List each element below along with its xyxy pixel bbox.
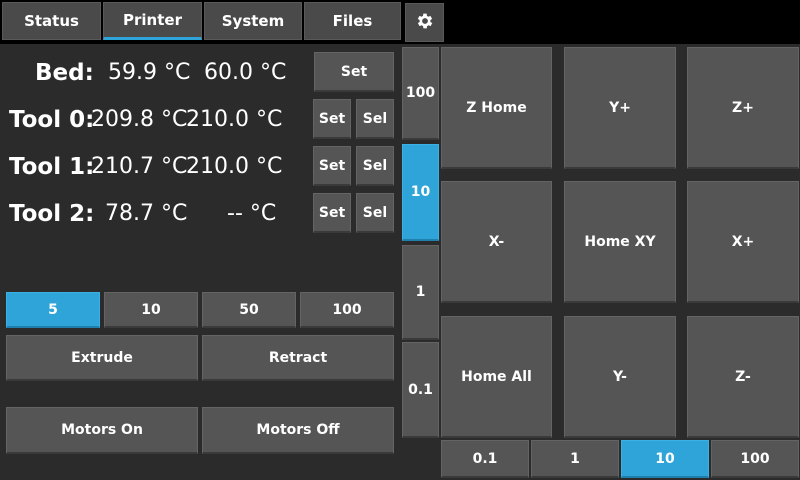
gear-icon [415, 11, 435, 35]
extrude-button[interactable]: Extrude [6, 335, 198, 381]
tab-files[interactable]: Files [304, 2, 401, 40]
xy-step-1[interactable]: 1 [531, 440, 619, 478]
bed-actual-temp: 59.9 °C [108, 60, 191, 85]
x-minus-button[interactable]: X- [441, 181, 552, 303]
retract-button[interactable]: Retract [202, 335, 394, 381]
tab-status[interactable]: Status [2, 2, 101, 40]
extrude-amount-5[interactable]: 5 [6, 292, 100, 328]
z-step-100[interactable]: 100 [402, 47, 439, 140]
tool1-actual-temp: 210.7 °C [91, 154, 188, 179]
home-xy-button[interactable]: Home XY [564, 181, 676, 303]
tool0-set-button[interactable]: Set [313, 99, 351, 139]
jog-panel: 100 10 1 0.1 Z Home Y+ Z+ X- Home XY X+ … [400, 44, 800, 480]
tab-printer[interactable]: Printer [103, 2, 202, 40]
extrude-amount-100[interactable]: 100 [300, 292, 394, 328]
extrude-amount-50[interactable]: 50 [202, 292, 296, 328]
z-minus-button[interactable]: Z- [687, 316, 799, 438]
motors-off-button[interactable]: Motors Off [202, 407, 394, 454]
xy-step-100[interactable]: 100 [711, 440, 799, 478]
tool0-select-button[interactable]: Sel [356, 99, 394, 139]
tool0-actual-temp: 209.8 °C [91, 107, 188, 132]
tool1-select-button[interactable]: Sel [356, 146, 394, 186]
tab-system[interactable]: System [204, 2, 302, 40]
temperature-panel: Bed: 59.9 °C 60.0 °C Set Tool 0: 209.8 °… [0, 44, 400, 480]
tool1-target-temp: 210.0 °C [186, 154, 283, 179]
tab-bar: Status Printer System Files [0, 0, 800, 44]
tool0-target-temp: 210.0 °C [186, 107, 283, 132]
tool2-select-button[interactable]: Sel [356, 193, 394, 233]
home-all-button[interactable]: Home All [441, 316, 552, 438]
bed-label: Bed: [35, 60, 94, 86]
z-step-0-1[interactable]: 0.1 [402, 342, 439, 438]
motors-on-button[interactable]: Motors On [6, 407, 198, 454]
z-step-1[interactable]: 1 [402, 245, 439, 340]
z-home-button[interactable]: Z Home [441, 47, 552, 169]
settings-button[interactable] [405, 3, 444, 42]
bed-set-button[interactable]: Set [314, 52, 394, 92]
tool0-label: Tool 0: [9, 107, 95, 133]
y-plus-button[interactable]: Y+ [564, 47, 676, 169]
tool2-actual-temp: 78.7 °C [105, 201, 188, 226]
z-plus-button[interactable]: Z+ [687, 47, 799, 169]
tool2-label: Tool 2: [9, 201, 95, 227]
bed-target-temp: 60.0 °C [204, 60, 287, 85]
x-plus-button[interactable]: X+ [687, 181, 799, 303]
tool2-set-button[interactable]: Set [313, 193, 351, 233]
y-minus-button[interactable]: Y- [564, 316, 676, 438]
tool2-target-temp: -- °C [227, 201, 277, 226]
xy-step-10[interactable]: 10 [621, 440, 709, 478]
xy-step-0-1[interactable]: 0.1 [441, 440, 529, 478]
extrude-amount-10[interactable]: 10 [104, 292, 198, 328]
tool1-set-button[interactable]: Set [313, 146, 351, 186]
tool1-label: Tool 1: [9, 154, 95, 180]
z-step-10[interactable]: 10 [402, 144, 439, 241]
